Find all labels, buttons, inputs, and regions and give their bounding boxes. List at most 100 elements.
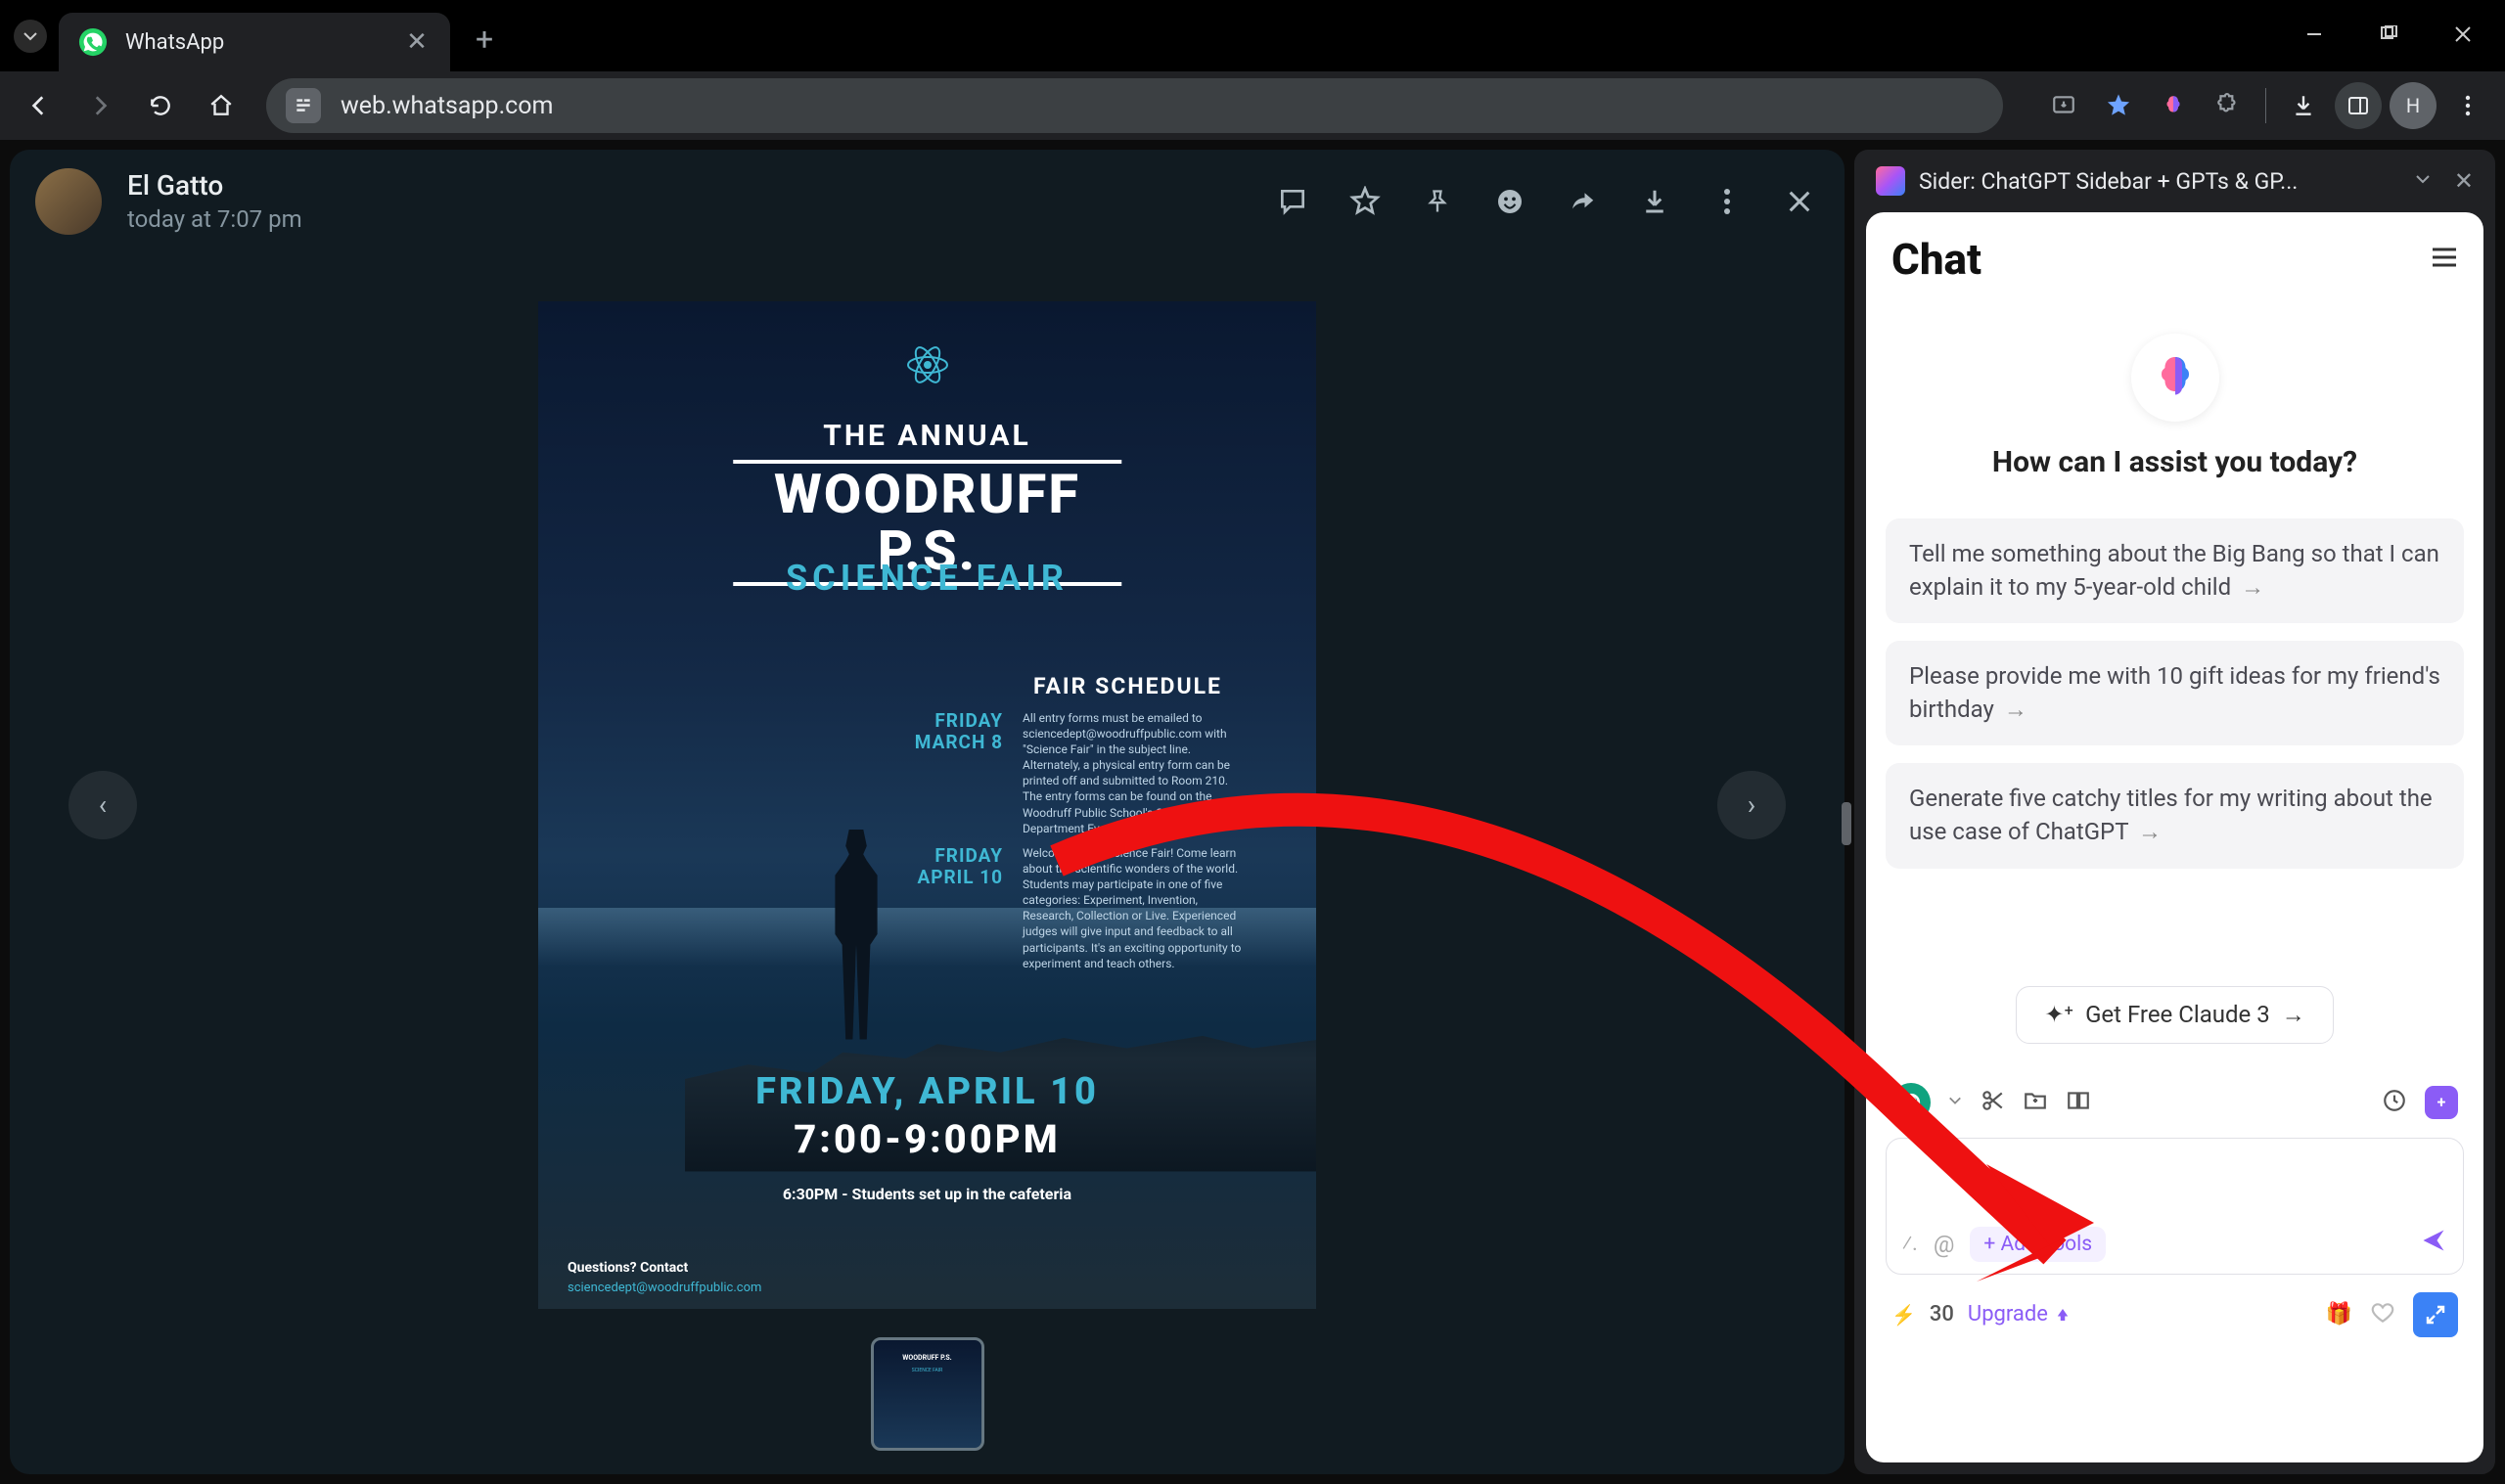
downloads-button[interactable]: [2280, 82, 2327, 129]
thumb-mini-sub: SCIENCE FAIR: [874, 1368, 981, 1373]
install-app-button[interactable]: [2040, 82, 2087, 129]
maximize-button[interactable]: [2366, 12, 2411, 57]
arrow-icon: →: [2241, 573, 2264, 601]
claude-pill-label: Get Free Claude 3: [2085, 1001, 2270, 1028]
upgrade-label: Upgrade: [1968, 1302, 2048, 1327]
more-icon[interactable]: [1708, 182, 1747, 221]
expand-button[interactable]: [2413, 1292, 2458, 1337]
bookmark-button[interactable]: [2095, 82, 2142, 129]
profile-avatar[interactable]: H: [2390, 82, 2437, 129]
media-viewer-header: El Gatto today at 7:07 pm: [10, 150, 1845, 252]
sider-logo-icon: [1876, 166, 1905, 196]
contact-avatar[interactable]: [35, 168, 102, 235]
thumbnail-strip: WOODRUFF P.S. SCIENCE FAIR: [10, 1337, 1845, 1451]
arrow-icon: →: [2282, 1001, 2305, 1029]
gift-icon[interactable]: 🎁: [2326, 1302, 2352, 1327]
close-icon[interactable]: [1780, 182, 1819, 221]
sider-panel: Sider: ChatGPT Sidebar + GPTs & GP... ✕ …: [1854, 150, 2495, 1474]
claude-offer-button[interactable]: ✦⁺ Get Free Claude 3 →: [2016, 986, 2333, 1044]
prev-media-button[interactable]: ‹: [68, 771, 137, 839]
site-info-icon[interactable]: [286, 88, 321, 123]
contact-info: El Gatto today at 7:07 pm: [127, 169, 302, 233]
close-window-button[interactable]: [2440, 12, 2485, 57]
contact-timestamp: today at 7:07 pm: [127, 205, 302, 233]
chat-title: Chat: [1891, 234, 1981, 285]
send-button[interactable]: [2420, 1227, 2447, 1261]
address-bar[interactable]: web.whatsapp.com: [266, 78, 2003, 133]
toolbar-divider: [2265, 88, 2266, 123]
schedule-heading: FAIR SCHEDULE: [1033, 673, 1222, 699]
science-fair-poster[interactable]: THE ANNUAL WOODRUFF P.S. SCIENCE FAIR FA…: [538, 301, 1316, 1309]
browser-tab[interactable]: WhatsApp ✕: [59, 13, 450, 71]
suggestion-item[interactable]: Tell me something about the Big Bang so …: [1886, 518, 2464, 623]
schedule-date-1: FRIDAYMARCH 8: [915, 710, 1003, 755]
suggestion-text: Generate five catchy titles for my writi…: [1909, 785, 2433, 845]
sider-footer: ⚡ 30 Upgrade 🎁: [1886, 1292, 2464, 1337]
bolt-icon: ⚡: [1891, 1303, 1916, 1327]
history-icon[interactable]: [2382, 1088, 2407, 1117]
tab-title: WhatsApp: [125, 30, 403, 55]
sider-title: Sider: ChatGPT Sidebar + GPTs & GP...: [1919, 168, 2391, 195]
minimize-button[interactable]: [2292, 12, 2337, 57]
next-media-button[interactable]: ›: [1717, 771, 1786, 839]
credit-count: 30: [1930, 1302, 1954, 1327]
poster-subtitle: SCIENCE FAIR: [538, 558, 1316, 599]
arrow-icon: →: [2138, 818, 2162, 845]
star-icon[interactable]: [1345, 182, 1385, 221]
avatar-letter: H: [2406, 94, 2420, 117]
new-chat-button[interactable]: +: [2425, 1086, 2458, 1119]
media-thumbnail[interactable]: WOODRUFF P.S. SCIENCE FAIR: [871, 1337, 984, 1451]
suggestion-text: Please provide me with 10 gift ideas for…: [1909, 662, 2440, 723]
whatsapp-media-viewer: El Gatto today at 7:07 pm ‹ ›: [10, 150, 1845, 1474]
add-tools-button[interactable]: + Add Tools: [1970, 1227, 2106, 1262]
scissors-icon[interactable]: [1980, 1088, 2005, 1117]
media-content: ‹ › THE ANNUAL WOODRUFF P.S. SCIENCE FAI…: [10, 252, 1845, 1357]
extensions-button[interactable]: [2205, 82, 2252, 129]
sider-close-button[interactable]: ✕: [2454, 167, 2474, 195]
at-icon[interactable]: @: [1934, 1231, 1955, 1258]
media-actions: [1273, 182, 1819, 221]
heart-icon[interactable]: [2370, 1300, 2395, 1329]
tabs-dropdown-button[interactable]: [14, 20, 47, 53]
upgrade-link[interactable]: Upgrade: [1968, 1302, 2072, 1327]
model-dropdown[interactable]: [1948, 1093, 1962, 1111]
welcome-block: How can I assist you today?: [1886, 334, 2464, 479]
suggestion-item[interactable]: Please provide me with 10 gift ideas for…: [1886, 641, 2464, 745]
back-button[interactable]: [14, 80, 65, 131]
download-icon[interactable]: [1635, 182, 1674, 221]
book-icon[interactable]: [2066, 1088, 2091, 1117]
atom-icon: [903, 340, 952, 393]
forward-button[interactable]: [74, 80, 125, 131]
sider-extension-icon[interactable]: [2150, 82, 2197, 129]
chat-menu-button[interactable]: [2431, 247, 2458, 272]
poster-footer-q: Questions? Contact: [568, 1260, 688, 1276]
suggestions-list: Tell me something about the Big Bang so …: [1886, 518, 2464, 869]
slash-icon[interactable]: ⁄.: [1902, 1232, 1918, 1256]
pin-icon[interactable]: [1418, 182, 1457, 221]
browser-menu-button[interactable]: [2444, 82, 2491, 129]
schedule-date-2: FRIDAYAPRIL 10: [917, 845, 1003, 890]
sider-dropdown-button[interactable]: [2405, 171, 2440, 191]
panel-resize-handle[interactable]: [1842, 802, 1851, 845]
whatsapp-favicon-icon: [78, 27, 108, 57]
folder-icon[interactable]: [2023, 1088, 2048, 1117]
chat-input[interactable]: ⁄. @ + Add Tools: [1886, 1138, 2464, 1275]
browser-titlebar: WhatsApp ✕ +: [0, 0, 2505, 71]
reload-button[interactable]: [135, 80, 186, 131]
new-tab-button[interactable]: +: [476, 21, 493, 58]
content-area: El Gatto today at 7:07 pm ‹ ›: [0, 140, 2505, 1484]
poster-pretitle: THE ANNUAL: [538, 419, 1316, 453]
thumb-mini-title: WOODRUFF P.S.: [874, 1354, 981, 1362]
suggestion-item[interactable]: Generate five catchy titles for my writi…: [1886, 763, 2464, 868]
forward-icon[interactable]: [1563, 182, 1602, 221]
suggestion-text: Tell me something about the Big Bang so …: [1909, 540, 2439, 601]
welcome-text: How can I assist you today?: [1886, 445, 2464, 479]
model-chip-icon[interactable]: [1891, 1083, 1931, 1122]
message-icon[interactable]: [1273, 182, 1312, 221]
home-button[interactable]: [196, 80, 247, 131]
sidepanel-button[interactable]: [2335, 82, 2382, 129]
tab-close-button[interactable]: ✕: [403, 27, 431, 57]
sider-header: Sider: ChatGPT Sidebar + GPTs & GP... ✕: [1854, 150, 2495, 212]
chat-header: Chat: [1886, 230, 2464, 294]
emoji-icon[interactable]: [1490, 182, 1529, 221]
